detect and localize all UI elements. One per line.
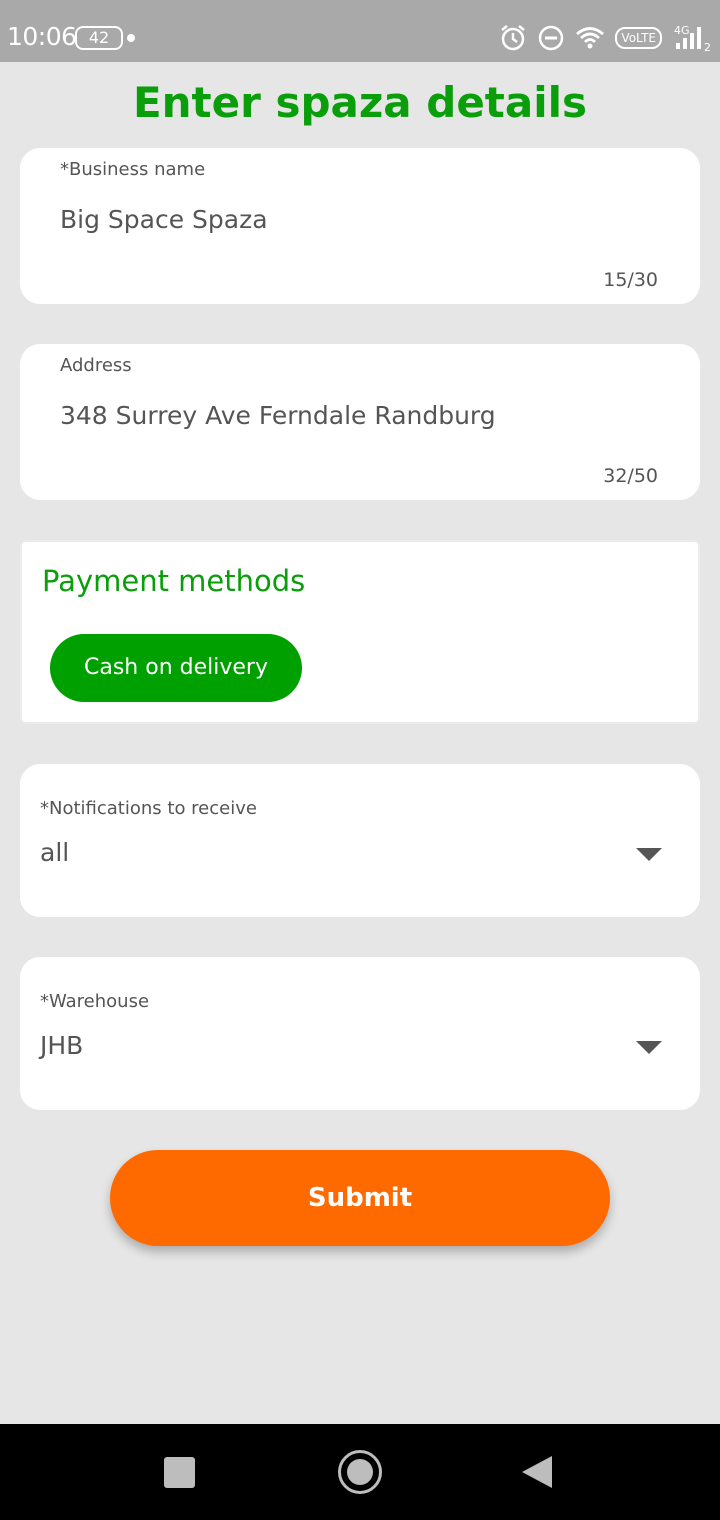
system-nav-bar (0, 1424, 720, 1520)
business-name-value[interactable]: Big Space Spaza (60, 205, 268, 234)
chevron-down-icon[interactable] (636, 1041, 662, 1054)
notifications-label: *Notifications to receive (40, 798, 257, 819)
submit-button[interactable]: Submit (110, 1150, 610, 1246)
address-label: Address (60, 355, 132, 376)
address-counter: 32/50 (603, 465, 658, 487)
page-title: Enter spaza details (132, 78, 588, 127)
signal-icon: 4G 2 (674, 24, 711, 53)
volte-icon: VoLTE (615, 27, 662, 49)
notification-dot-icon (127, 34, 135, 42)
payment-methods-title: Payment methods (42, 564, 306, 598)
business-name-counter: 15/30 (603, 269, 658, 291)
back-triangle-icon[interactable] (522, 1456, 552, 1488)
cash-on-delivery-chip[interactable]: Cash on delivery (50, 634, 302, 702)
notifications-value[interactable]: all (40, 838, 69, 867)
chevron-down-icon[interactable] (636, 848, 662, 861)
business-name-field[interactable]: *Business name Big Space Spaza 15/30 (20, 148, 700, 304)
payment-methods-card: Payment methods Cash on delivery (20, 540, 700, 724)
warehouse-dropdown[interactable]: *Warehouse JHB (20, 957, 700, 1110)
home-circle-icon[interactable] (338, 1450, 382, 1494)
warehouse-value[interactable]: JHB (40, 1031, 83, 1060)
svg-text:2: 2 (704, 41, 711, 53)
warehouse-label: *Warehouse (40, 991, 150, 1012)
notifications-dropdown[interactable]: *Notifications to receive all (20, 764, 700, 917)
status-icons: VoLTE 4G 2 (499, 22, 712, 54)
battery-icon: 42 (75, 26, 123, 50)
alarm-icon (501, 25, 526, 51)
address-field[interactable]: Address 348 Surrey Ave Ferndale Randburg… (20, 344, 700, 500)
status-bar: 10:06 42 VoLTE 4G 2 (0, 0, 720, 62)
business-name-label: *Business name (60, 159, 206, 180)
wifi-icon (576, 27, 605, 49)
address-value[interactable]: 348 Surrey Ave Ferndale Randburg (60, 401, 496, 430)
do-not-disturb-icon (539, 25, 564, 51)
recents-square-icon[interactable] (164, 1457, 195, 1488)
svg-text:4G: 4G (674, 24, 690, 37)
status-time: 10:06 (7, 22, 77, 51)
